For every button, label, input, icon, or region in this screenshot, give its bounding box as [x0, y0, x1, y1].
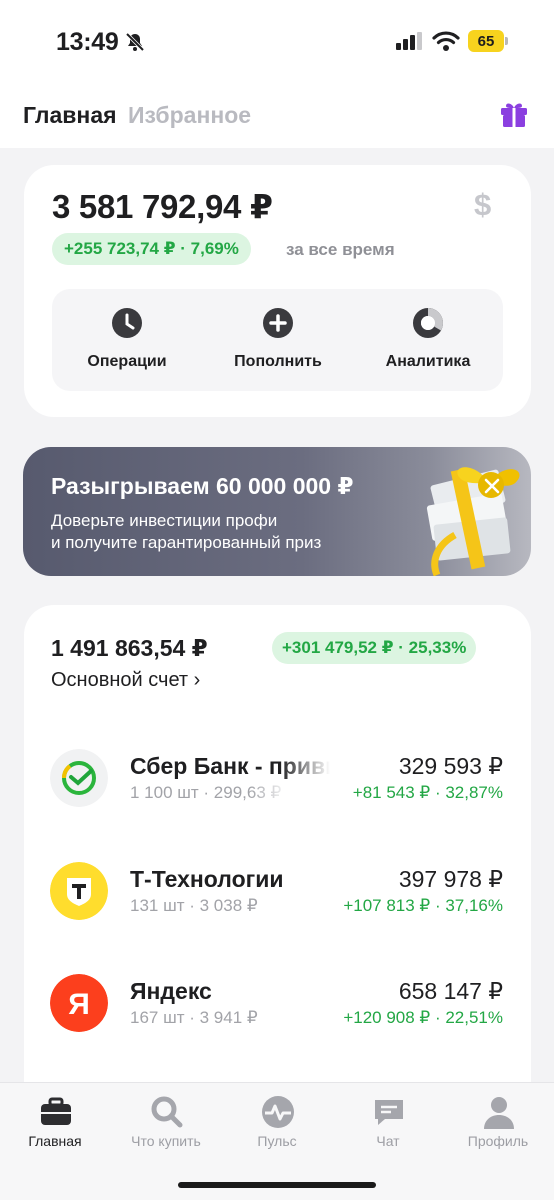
- portfolio-change-badge: +255 723,74 ₽ · 7,69%: [52, 233, 251, 265]
- tab-favorites[interactable]: Избранное: [128, 102, 251, 129]
- svg-text:Я: Я: [68, 988, 90, 1021]
- holding-value: 658 147 ₽: [398, 978, 503, 1004]
- chat-icon: [375, 1100, 403, 1125]
- analytics-button[interactable]: Аналитика: [353, 289, 503, 391]
- search-icon: [151, 1096, 183, 1128]
- promo-text-line-1: Доверьте инвестиции профи: [51, 511, 278, 530]
- promo-text-line-2: и получите гарантированный приз: [51, 533, 322, 552]
- analytics-label: Аналитика: [385, 353, 471, 370]
- holding-name: Яндекс: [130, 978, 212, 1004]
- t-tech-logo-icon: [50, 862, 108, 920]
- clock-icon: [112, 308, 142, 338]
- tabbar-item-what-to-buy[interactable]: Что купить: [111, 1083, 221, 1163]
- top-navigation: Главная Избранное: [0, 84, 554, 148]
- tabbar-item-chat[interactable]: Чат: [333, 1083, 443, 1163]
- gift-icon[interactable]: [498, 98, 530, 130]
- tabbar-item-profile[interactable]: Профиль: [443, 1083, 553, 1163]
- tabbar-label: Профиль: [467, 1133, 529, 1149]
- holding-details: 1 100 шт · 299,63 ₽: [130, 783, 282, 802]
- holding-change: +107 813 ₽ · 37,16%: [343, 896, 503, 915]
- holding-row-yandex[interactable]: Я Яндекс 167 шт · 3 941 ₽ 658 147 ₽ +120…: [24, 974, 531, 1054]
- account-card: 1 491 863,54 ₽ +301 479,52 ₽ · 25,33% Ос…: [24, 605, 531, 1125]
- bell-off-icon: [125, 32, 145, 52]
- home-indicator: [178, 1182, 376, 1188]
- holding-row-sber[interactable]: Сбер Банк - привилегированные акции 1 10…: [24, 749, 531, 829]
- portfolio-total: 3 581 792,94 ₽: [52, 188, 273, 225]
- account-change-badge: +301 479,52 ₽ · 25,33%: [272, 632, 477, 664]
- donut-chart-icon: [413, 308, 443, 338]
- status-time: 13:49: [56, 28, 119, 56]
- tabbar-label: Главная: [28, 1133, 82, 1149]
- wifi-icon: [432, 31, 460, 51]
- battery-level: 65: [468, 30, 504, 52]
- profile-icon: [484, 1097, 514, 1129]
- holding-details: 131 шт · 3 038 ₽: [130, 896, 258, 915]
- promo-title: Разыгрываем 60 000 000 ₽: [51, 473, 354, 499]
- holding-change: +120 908 ₽ · 22,51%: [343, 1008, 503, 1027]
- tab-main[interactable]: Главная: [23, 102, 117, 129]
- portfolio-summary-card: 3 581 792,94 ₽ $ +255 723,74 ₽ · 7,69% з…: [24, 165, 531, 417]
- holding-change: +81 543 ₽ · 32,87%: [352, 783, 503, 802]
- top-up-label: Пополнить: [234, 353, 322, 370]
- operations-label: Операции: [87, 353, 167, 370]
- close-icon[interactable]: [483, 477, 501, 495]
- holding-name: Сбер Банк - привилегированные акции: [130, 753, 330, 779]
- holding-name: Т-Технологии: [130, 866, 284, 892]
- tabbar-label: Что купить: [131, 1133, 201, 1149]
- tabbar-label: Чат: [376, 1133, 400, 1149]
- money-gift-illustration: [426, 467, 520, 576]
- tabbar-item-pulse[interactable]: Пульс: [222, 1083, 332, 1163]
- tabbar-label: Пульс: [257, 1133, 297, 1149]
- currency-toggle-icon[interactable]: $: [474, 187, 491, 223]
- sber-logo-icon: [50, 749, 108, 807]
- holding-details: 167 шт · 3 941 ₽: [130, 1008, 258, 1027]
- holding-row-t-tech[interactable]: Т-Технологии 131 шт · 3 038 ₽ 397 978 ₽ …: [24, 862, 531, 942]
- holding-value: 397 978 ₽: [398, 866, 503, 892]
- plus-icon: [263, 308, 293, 338]
- quick-actions: Операции Пополнить Аналитика: [52, 289, 503, 391]
- promo-banner[interactable]: Разыгрываем 60 000 000 ₽ Доверьте инвест…: [23, 447, 531, 576]
- battery-indicator: 65: [468, 30, 508, 52]
- account-total: 1 491 863,54 ₽: [51, 635, 208, 661]
- yandex-logo-icon: Я: [50, 974, 108, 1032]
- briefcase-icon: [41, 1097, 71, 1125]
- operations-button[interactable]: Операции: [52, 289, 202, 391]
- top-up-button[interactable]: Пополнить: [203, 289, 353, 391]
- portfolio-period-label[interactable]: за все время: [286, 240, 395, 260]
- account-name-link[interactable]: Основной счет ›: [51, 669, 200, 692]
- status-bar: 13:49 65: [0, 0, 554, 84]
- pulse-icon: [262, 1096, 294, 1128]
- signal-icon: [396, 32, 422, 50]
- tabbar-item-home[interactable]: Главная: [0, 1083, 110, 1163]
- holding-value: 329 593 ₽: [398, 753, 503, 779]
- battery-tip: [505, 37, 508, 45]
